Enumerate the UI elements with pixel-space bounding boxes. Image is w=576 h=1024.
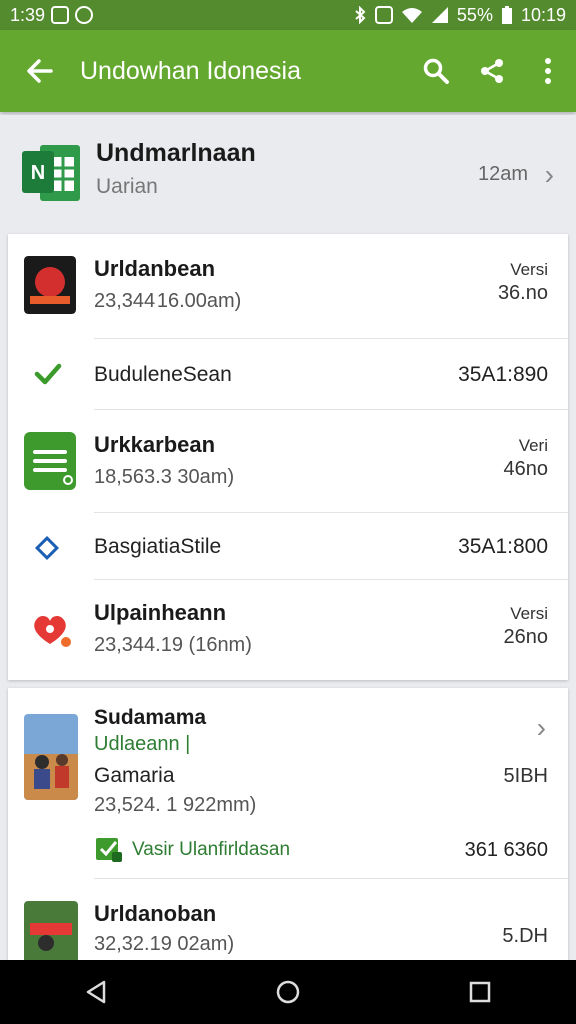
- item-title: Sudamama: [94, 706, 207, 729]
- item-label: BasgiatiaStile: [94, 535, 222, 558]
- bluetooth-icon: [355, 6, 366, 24]
- item-version-value: 46no: [503, 458, 549, 480]
- detail-card: Sudamama Udlaeann | Gamaria 23,524. 1 92…: [8, 688, 568, 960]
- item-title: Urldanbean: [94, 256, 216, 281]
- sync-icon: [75, 6, 94, 24]
- item-title: Urkkarbean: [94, 432, 216, 457]
- status-time: 1:39: [10, 4, 46, 25]
- item-version-label: Veri: [518, 436, 548, 455]
- summary-subtitle: Uarian: [96, 175, 158, 198]
- app-bar: Undowhan Idonesia: [0, 30, 576, 112]
- item-version-value: 36.no: [497, 282, 548, 304]
- back-button[interactable]: [0, 30, 80, 112]
- item-version-label: Versi: [510, 604, 548, 623]
- item-subtitle: 18,563.3 30am): [94, 466, 235, 488]
- app-thumbnail-icon: [24, 256, 76, 314]
- item-subtitle: 23,344 16.00am): [94, 290, 242, 312]
- item-title: Ulpainheann: [94, 600, 227, 625]
- item-subtitle: 23,344.19 (16nm): [94, 634, 252, 656]
- list-item[interactable]: Urldanbean 23,344 16.00am) Versi 36.no: [8, 234, 568, 338]
- app-list-card: Urldanbean 23,344 16.00am) Versi 36.no B…: [8, 234, 568, 680]
- status-clock: 10:19: [520, 4, 566, 25]
- spreadsheet-app-icon: N: [22, 145, 80, 201]
- item-size: 5.DH: [502, 925, 548, 947]
- item-title: Urldanoban: [94, 901, 217, 926]
- square-recents-icon: [469, 981, 491, 1003]
- nav-home-button[interactable]: [258, 962, 318, 1022]
- list-item[interactable]: Ulpainheann 23,344.19 (16nm) Versi 26no: [8, 580, 568, 680]
- chevron-right-icon: ›: [544, 159, 554, 190]
- item-version-label: Versi: [510, 260, 548, 279]
- item-category: Gamaria: [94, 764, 175, 787]
- nav-recents-button[interactable]: [450, 962, 510, 1022]
- app-summary[interactable]: N Undmarlnaan Uarian 12am ›: [0, 115, 576, 230]
- checkmark-icon: [34, 363, 62, 385]
- item-size: 5IBH: [503, 765, 548, 787]
- battery-percent: 55%: [456, 4, 493, 25]
- battery-icon: [501, 6, 512, 24]
- game-thumbnail-icon: [24, 714, 78, 800]
- item-version-value: 26no: [503, 626, 549, 648]
- version-label[interactable]: Vasir Ulanfirldasan: [132, 839, 290, 861]
- signal-icon: [431, 7, 448, 23]
- system-navigation-bar: [0, 960, 576, 1024]
- app-bar-title: Undowhan Idonesia: [80, 56, 301, 85]
- summary-name: Undmarlnaan: [96, 139, 256, 167]
- circle-home-icon: [276, 980, 300, 1004]
- triangle-back-icon: [86, 980, 106, 1004]
- list-item[interactable]: Sudamama Udlaeann | Gamaria 23,524. 1 92…: [8, 688, 568, 878]
- app-thumbnail-icon: [24, 901, 78, 960]
- list-item[interactable]: Urldanoban 32,32.19 02am) 5.DH: [8, 879, 568, 960]
- list-item[interactable]: Urkkarbean 18,563.3 30am) Veri 46no: [8, 410, 568, 512]
- item-subtitle: 32,32.19 02am): [94, 933, 235, 955]
- more-vert-icon: [545, 58, 551, 84]
- summary-time: 12am: [477, 163, 528, 185]
- list-item[interactable]: BasgiatiaStile 35A1:800: [8, 513, 568, 579]
- chevron-right-icon: ›: [536, 712, 546, 743]
- nav-back-button[interactable]: [66, 962, 126, 1022]
- document-app-icon: [24, 432, 76, 490]
- heart-icon: [34, 615, 71, 647]
- wifi-icon: [401, 8, 422, 23]
- notification-icon: [51, 6, 70, 24]
- more-options-button[interactable]: [520, 30, 576, 112]
- arrow-back-icon: [27, 59, 53, 83]
- item-value: 35A1:890: [458, 363, 548, 386]
- search-button[interactable]: [408, 30, 464, 112]
- diamond-icon: [34, 535, 60, 561]
- item-label: BuduleneSean: [94, 363, 232, 386]
- search-icon: [423, 58, 449, 84]
- share-button[interactable]: [464, 30, 520, 112]
- developer-link[interactable]: Udlaeann |: [94, 733, 190, 756]
- list-item[interactable]: BuduleneSean 35A1:890: [8, 339, 568, 409]
- item-subtitle: 23,524. 1 922mm): [94, 794, 257, 816]
- vibrate-icon: [374, 6, 393, 24]
- version-icon: [96, 838, 122, 862]
- status-bar: 1:39 55% 10:19: [0, 0, 576, 30]
- svg-text:N: N: [31, 162, 45, 184]
- share-icon: [481, 59, 503, 83]
- version-value: 361 6360: [464, 839, 548, 861]
- item-value: 35A1:800: [458, 535, 548, 558]
